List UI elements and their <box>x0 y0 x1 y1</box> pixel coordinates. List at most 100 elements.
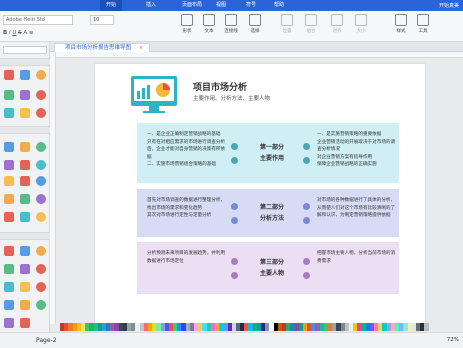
toolbar-button-label: 连接线 <box>224 29 238 34</box>
library-shape[interactable] <box>36 264 46 274</box>
toolbar-button-label: 对齐 <box>332 29 342 34</box>
library-shape[interactable] <box>36 90 46 100</box>
italic-icon[interactable]: I <box>9 30 11 36</box>
close-icon[interactable]: × <box>139 45 144 51</box>
toolbar-button[interactable]: 工具 <box>414 14 432 40</box>
toolbar-button-label: 组合 <box>306 29 316 34</box>
connector-dot <box>231 143 238 150</box>
section-band[interactable]: 首先对市场调查的数据进行整理分析，找出市场的需求和变化趋势 其次对市场进行定性与… <box>137 189 399 237</box>
user-name[interactable]: 开始真美 <box>439 2 459 9</box>
library-shape[interactable] <box>20 300 30 310</box>
connector-dot <box>231 272 238 279</box>
library-shape[interactable] <box>36 212 46 222</box>
strikethrough-icon[interactable]: S <box>18 30 22 36</box>
library-shape[interactable] <box>36 108 46 118</box>
toolbar-button[interactable]: 形状 <box>178 14 196 40</box>
section-heading: 第三部分 主要人物 <box>259 259 284 277</box>
color-swatch[interactable] <box>424 323 429 331</box>
library-shape[interactable] <box>36 70 46 80</box>
library-shape[interactable] <box>36 282 46 292</box>
document-tab-bar: 项目市场分析报告思维导图 × <box>50 42 463 52</box>
page-selector[interactable]: Page-2 <box>36 337 57 344</box>
font-family-select[interactable]: Adobe Heiti Std <box>3 15 73 25</box>
library-shape[interactable] <box>20 142 30 152</box>
library-shape[interactable] <box>36 246 46 256</box>
library-shape[interactable] <box>36 300 46 310</box>
toolbar-button[interactable]: 选择 <box>246 14 264 40</box>
library-shape[interactable] <box>20 318 30 328</box>
library-section[interactable] <box>0 126 50 134</box>
library-search-input[interactable] <box>3 46 47 54</box>
align-icon[interactable]: ≡ <box>29 30 34 36</box>
toolbar-button-label: 工具 <box>418 29 428 34</box>
library-shape[interactable] <box>4 264 14 274</box>
section-band[interactable]: 分析预测未来项目的发展趋势，并利用数据进行市场定位 把握市场主要人物，分析当前市场… <box>137 242 399 294</box>
toolbar-button[interactable]: 文本 <box>200 14 218 40</box>
menu-item[interactable]: 帮助 <box>268 0 290 11</box>
zoom-level[interactable]: 72% <box>447 337 459 343</box>
pie-chart-icon <box>137 83 170 99</box>
document-tab[interactable]: 项目市场分析报告思维导图 × <box>54 43 151 52</box>
toolbar-button-label: 形状 <box>182 29 192 34</box>
menu-item[interactable]: 页面布局 <box>176 0 208 11</box>
tool-icon <box>181 14 193 26</box>
library-shape[interactable] <box>4 194 14 204</box>
library-shape[interactable] <box>4 108 14 118</box>
library-shape[interactable] <box>20 160 30 170</box>
status-bar: Page-2 72% <box>0 332 463 348</box>
font-size-select[interactable]: 10 <box>90 15 114 25</box>
library-shape[interactable] <box>20 70 30 80</box>
toolbar-button[interactable]: 位置 <box>278 14 296 40</box>
bold-icon[interactable]: B <box>3 30 7 36</box>
toolbar-button-label: 位置 <box>282 29 292 34</box>
tool-icon <box>395 14 407 26</box>
toolbar-button[interactable]: 样式 <box>392 14 410 40</box>
library-shape[interactable] <box>4 176 14 186</box>
library-shape[interactable] <box>36 194 46 204</box>
monitor-chart-icon[interactable] <box>131 76 177 113</box>
toolbar-button[interactable]: 组合 <box>302 14 320 40</box>
library-shape[interactable] <box>4 142 14 152</box>
menu-item[interactable]: 符号 <box>240 0 262 11</box>
library-shape[interactable] <box>20 90 30 100</box>
underline-icon[interactable]: U <box>12 30 16 36</box>
library-shape[interactable] <box>4 300 14 310</box>
library-shape[interactable] <box>4 160 14 170</box>
font-color-icon[interactable]: A <box>23 30 27 36</box>
library-shape[interactable] <box>20 108 30 118</box>
library-shape[interactable] <box>20 176 30 186</box>
library-shape[interactable] <box>20 246 30 256</box>
library-shape[interactable] <box>4 282 14 292</box>
tab-title: 项目市场分析报告思维导图 <box>65 45 132 51</box>
library-shape[interactable] <box>4 212 14 222</box>
connector-dot <box>303 217 310 224</box>
library-shape[interactable] <box>36 160 46 170</box>
connector-dot <box>303 143 310 150</box>
library-shape[interactable] <box>4 90 14 100</box>
menu-item[interactable]: 开始 <box>100 0 123 11</box>
toolbar-button[interactable]: 大小 <box>352 14 370 40</box>
connector-dot <box>231 157 238 164</box>
library-shape[interactable] <box>36 142 46 152</box>
toolbar-button-label: 样式 <box>396 29 406 34</box>
library-shape[interactable] <box>4 70 14 80</box>
library-shape[interactable] <box>4 318 14 328</box>
menu-item[interactable]: 插入 <box>140 0 162 11</box>
library-shape[interactable] <box>36 176 46 186</box>
library-section[interactable] <box>0 58 50 66</box>
library-shape[interactable] <box>20 282 30 292</box>
toolbar-button-label: 选择 <box>250 29 260 34</box>
section-right-text: 一、是实施营销策略的重要依据 企业营销活动的开展取决于对市场的调查分析情况 对企… <box>317 132 396 167</box>
menu-item[interactable]: 视图 <box>210 0 232 11</box>
toolbar-button[interactable]: 对齐 <box>328 14 346 40</box>
library-shape[interactable] <box>4 246 14 256</box>
diagram-page[interactable]: 项目市场分析 主要作用、分析方法、主要人物 一、是企业正确制定营销战略的基础 只… <box>95 64 425 324</box>
section-band[interactable]: 一、是企业正确制定营销战略的基础 只有在对相应需求的市场进行调查分析后，企业才能… <box>137 123 399 183</box>
menu-bar: 开始真美 开始 插入 页面布局 视图 符号 帮助 <box>0 0 463 11</box>
toolbar-button[interactable]: 连接线 <box>222 14 240 40</box>
color-palette <box>60 323 430 331</box>
library-shape[interactable] <box>20 212 30 222</box>
library-shape[interactable] <box>20 194 30 204</box>
library-shape[interactable] <box>20 264 30 274</box>
library-section[interactable] <box>0 232 50 240</box>
